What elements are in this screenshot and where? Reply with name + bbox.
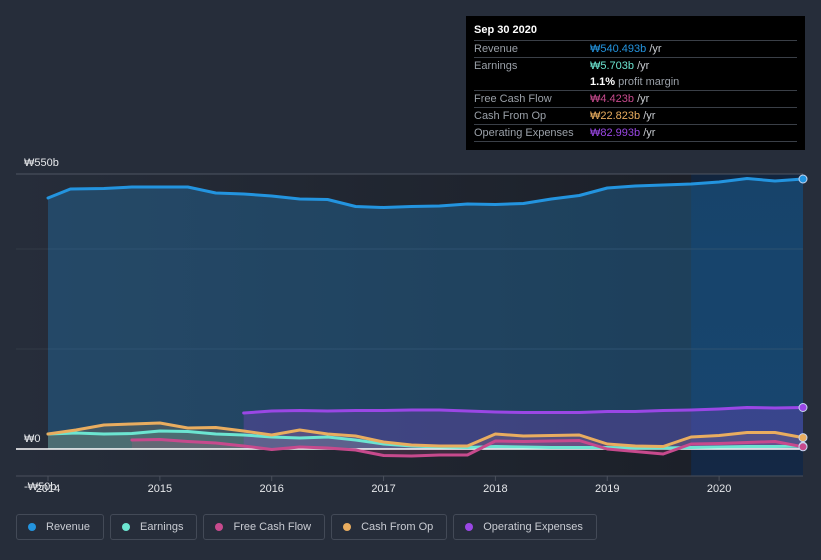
- tooltip-unit: /yr: [634, 93, 650, 105]
- tooltip-row-operating-expenses: Operating Expenses ₩82.993b /yr: [474, 125, 797, 142]
- cash-from-op-endpoint: [798, 433, 808, 443]
- series-areas: [48, 178, 803, 456]
- legend-label: Earnings: [140, 521, 184, 533]
- tooltip-row-revenue: Revenue ₩540.493b /yr: [474, 41, 797, 58]
- tooltip-value: ₩540.493b: [590, 43, 647, 55]
- revenue-dot-icon: [28, 523, 36, 531]
- tooltip-label: Earnings: [474, 60, 518, 72]
- tooltip-unit: /yr: [634, 60, 650, 72]
- tooltip-label: Revenue: [474, 43, 519, 55]
- x-tick-label: 2014: [36, 483, 60, 495]
- tooltip-value: ₩4.423b: [590, 93, 635, 105]
- operating-expenses-endpoint: [798, 403, 808, 412]
- tooltip-value: ₩5.703b: [590, 60, 635, 72]
- profit-margin-value: 1.1%: [590, 76, 616, 88]
- tooltip-label: Free Cash Flow: [474, 93, 552, 105]
- cash-from-op-dot-icon: [343, 523, 352, 531]
- legend-label: Free Cash Flow: [233, 521, 312, 533]
- tooltip-row-cash-from-op: Cash From Op ₩22.823b /yr: [474, 108, 797, 125]
- free-cash-flow-dot-icon: [215, 523, 224, 531]
- legend-label: Operating Expenses: [483, 521, 583, 533]
- tooltip-value: ₩22.823b: [590, 110, 641, 122]
- revenue-endpoint: [798, 174, 808, 184]
- tooltip-label: Cash From Op: [474, 110, 547, 122]
- free-cash-flow-endpoint: [798, 442, 808, 452]
- x-axis-labels: 2014 2015 2016 2017 2018 2019 2020: [36, 476, 731, 495]
- tooltip-label: Operating Expenses: [474, 127, 574, 139]
- tooltip-profit-margin: 1.1% profit margin: [474, 74, 797, 91]
- profit-margin-label: profit margin: [615, 76, 680, 88]
- legend-item-earnings[interactable]: Earnings: [110, 514, 198, 540]
- x-tick-label: 2019: [595, 483, 619, 495]
- tooltip-date: Sep 30 2020: [474, 22, 797, 41]
- tooltip-row-free-cash-flow: Free Cash Flow ₩4.423b /yr: [474, 91, 797, 108]
- legend-item-revenue[interactable]: Revenue: [16, 514, 105, 540]
- legend-item-operating-expenses[interactable]: Operating Expenses: [453, 514, 597, 540]
- x-tick-label: 2015: [148, 483, 172, 495]
- x-tick-label: 2020: [707, 483, 731, 495]
- legend-label: Cash From Op: [361, 521, 434, 533]
- earnings-dot-icon: [122, 523, 131, 531]
- x-tick-label: 2016: [259, 483, 283, 495]
- legend-item-free-cash-flow[interactable]: Free Cash Flow: [203, 514, 326, 540]
- tooltip-unit: /yr: [640, 127, 656, 139]
- tooltip-row-earnings: Earnings ₩5.703b /yr: [474, 58, 797, 74]
- legend-item-cash-from-op[interactable]: Cash From Op: [331, 514, 448, 540]
- legend: Revenue Earnings Free Cash Flow Cash Fro…: [16, 514, 597, 540]
- revenue-area: [48, 178, 803, 449]
- y-tick-label: ₩0: [24, 433, 41, 445]
- y-tick-label: ₩550b: [24, 157, 59, 169]
- tooltip: Sep 30 2020 Revenue ₩540.493b /yr Earnin…: [466, 16, 805, 150]
- legend-label: Revenue: [46, 521, 91, 533]
- x-tick-label: 2018: [483, 483, 507, 495]
- tooltip-unit: /yr: [646, 43, 662, 55]
- tooltip-unit: /yr: [640, 110, 656, 122]
- operating-expenses-dot-icon: [465, 523, 474, 531]
- tooltip-value: ₩82.993b: [590, 127, 641, 139]
- x-tick-label: 2017: [371, 483, 395, 495]
